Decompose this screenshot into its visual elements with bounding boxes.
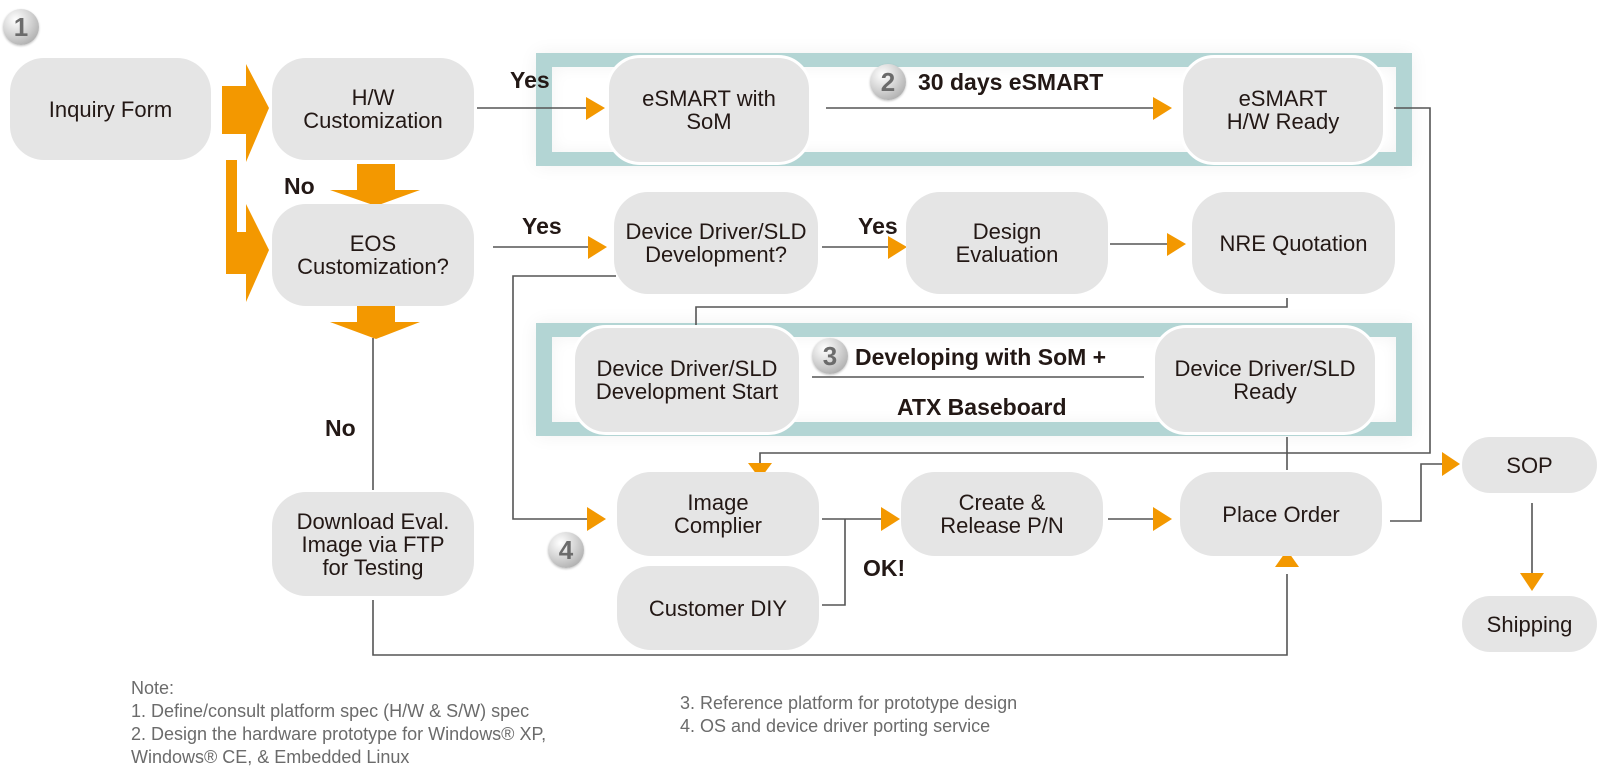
label-no-hw: No xyxy=(284,173,315,199)
arrowhead-order xyxy=(1153,507,1172,531)
label-yes-dd: Yes xyxy=(858,213,898,239)
node-design-evaluation: Design Evaluation xyxy=(906,192,1108,294)
node-dd-sld-ready: Device Driver/SLD Ready xyxy=(1152,325,1378,435)
line-nre-to-devstart xyxy=(695,298,1288,326)
node-image-complier: Image Complier xyxy=(617,472,819,556)
note-2: 2. Design the hardware prototype for Win… xyxy=(131,724,547,767)
node-hw-customization: H/W Customization xyxy=(272,58,474,160)
node-download-eval-image: Download Eval. Image via FTP for Testing xyxy=(272,492,474,596)
development-band-title-line2: ATX Baseboard xyxy=(897,394,1067,420)
label-no-eos: No xyxy=(325,415,356,441)
arrowhead-sop xyxy=(1442,452,1460,476)
esmart-band-title: 30 days eSMART xyxy=(918,69,1104,95)
node-dd-sld-development-question: Device Driver/SLD Development? xyxy=(614,192,818,294)
node-esmart-hw-ready: eSMART H/W Ready xyxy=(1180,55,1386,165)
node-esmart-with-som: eSMART with SoM xyxy=(606,55,812,165)
arrowhead-shipping xyxy=(1520,573,1544,591)
step-badge-3: 3 xyxy=(812,338,848,374)
note-3: 3. Reference platform for prototype desi… xyxy=(680,693,1018,713)
label-ok: OK! xyxy=(863,555,906,581)
node-create-release-pn: Create & Release P/N xyxy=(901,472,1103,556)
step-badge-1: 1 xyxy=(3,9,39,45)
arrowhead-image-left xyxy=(587,507,606,531)
label-yes-eos: Yes xyxy=(522,213,562,239)
node-nre-quotation: NRE Quotation xyxy=(1192,192,1395,294)
arrowhead-create xyxy=(881,507,900,531)
node-customer-diy: Customer DIY xyxy=(617,566,819,650)
step-badge-2: 2 xyxy=(870,64,906,100)
arrowhead-esmart xyxy=(586,97,605,120)
node-eos-customization: EOS Customization? xyxy=(272,204,474,306)
development-band-title-line1: Developing with SoM + xyxy=(855,344,1107,370)
big-arrow-inquiry-to-eos xyxy=(226,160,269,302)
big-arrow-inquiry-to-hw xyxy=(222,64,269,162)
line-diy-to-create xyxy=(822,519,846,606)
arrowhead-ready xyxy=(1153,97,1172,120)
label-yes-hw: Yes xyxy=(510,67,550,93)
big-arrow-hw-to-eos xyxy=(330,164,420,206)
node-place-order: Place Order xyxy=(1180,472,1382,556)
node-dd-sld-development-start: Device Driver/SLD Development Start xyxy=(572,325,802,435)
notes-heading: Note: xyxy=(131,678,175,698)
arrowhead-nre xyxy=(1167,233,1186,256)
big-arrow-eos-down xyxy=(330,306,420,339)
node-shipping: Shipping xyxy=(1462,596,1597,652)
arrowhead-dd xyxy=(588,236,607,259)
step-badge-4: 4 xyxy=(548,532,584,568)
node-sop: SOP xyxy=(1462,437,1597,493)
line-download-to-order xyxy=(372,574,1288,656)
node-inquiry-form: Inquiry Form xyxy=(10,58,211,160)
note-1: 1. Define/consult platform spec (H/W & S… xyxy=(131,701,530,721)
note-4: 4. OS and device driver porting service xyxy=(680,716,991,736)
